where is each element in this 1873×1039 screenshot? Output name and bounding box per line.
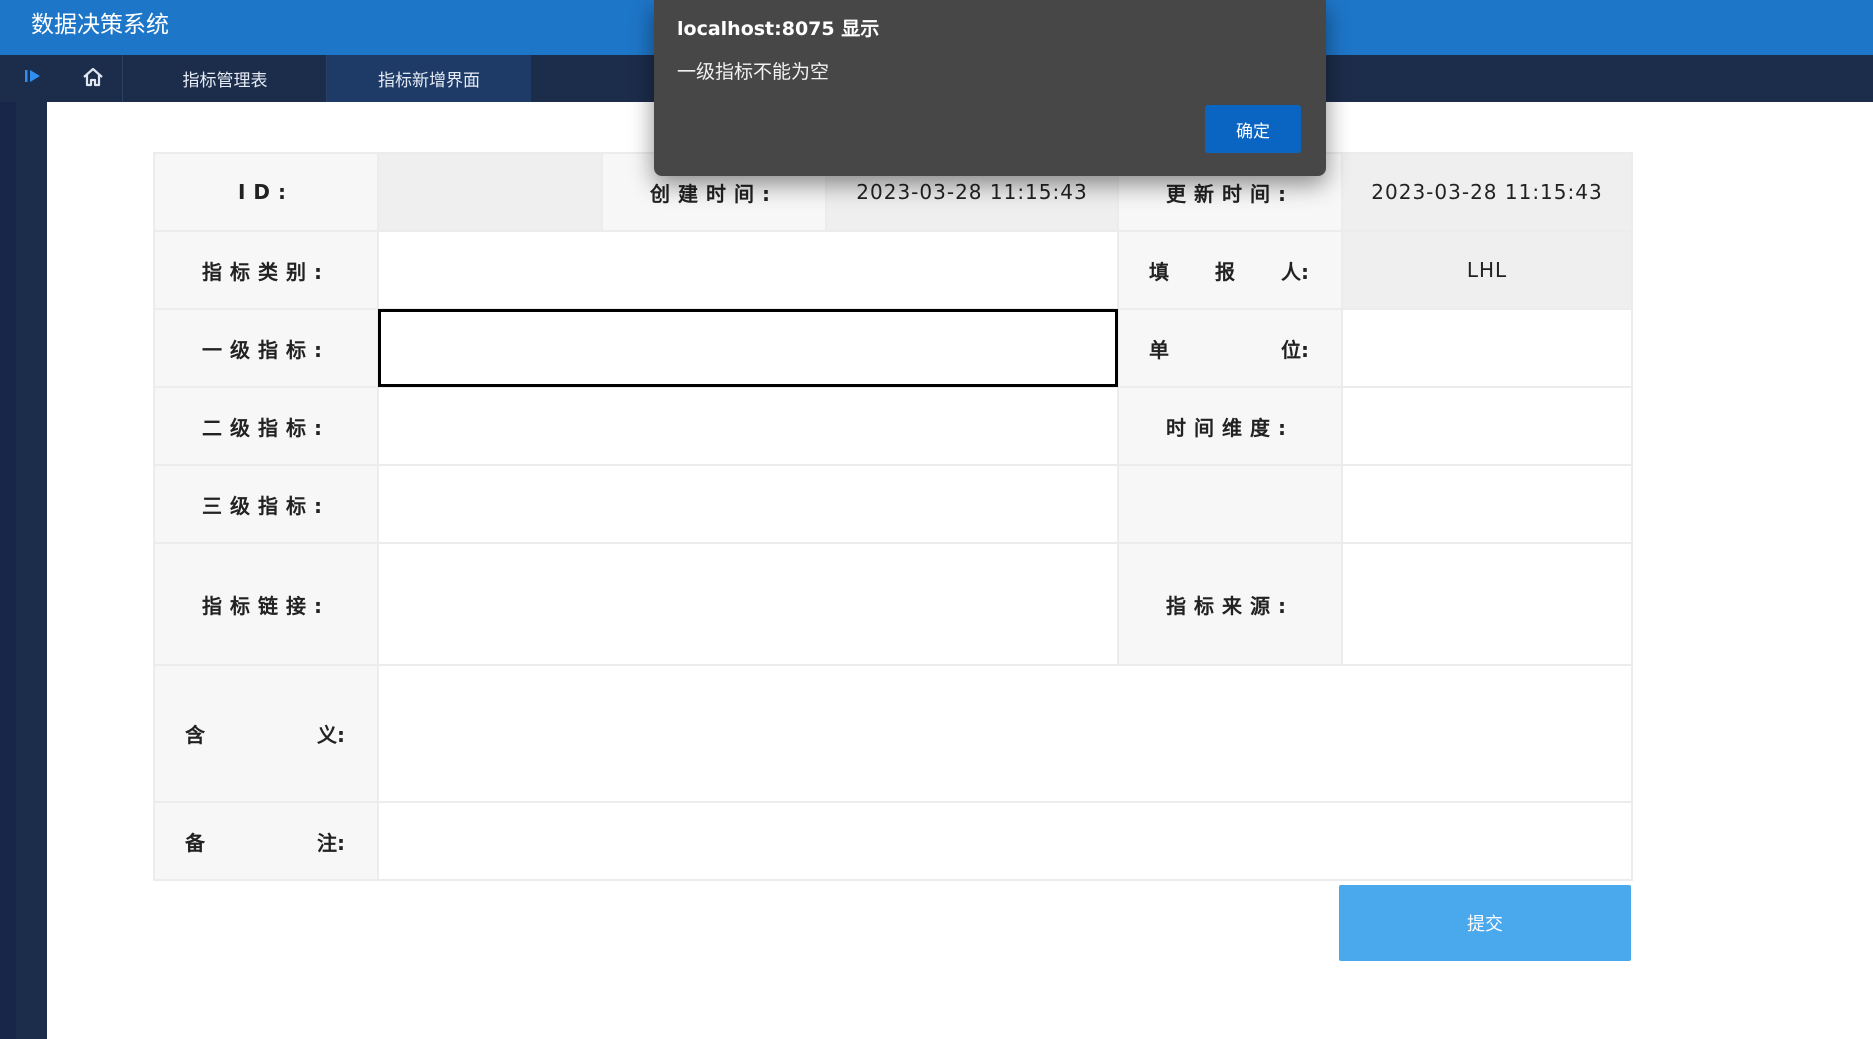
- remark-input[interactable]: [377, 801, 1633, 881]
- id-field[interactable]: [377, 152, 603, 232]
- source-label: 指标来源:: [1117, 542, 1343, 666]
- home-icon: [81, 66, 105, 92]
- category-input[interactable]: [377, 230, 1119, 310]
- remark-label-part: 备: [185, 830, 205, 855]
- level3-label: 三级指标:: [153, 464, 379, 544]
- unit-label-part: 单: [1149, 337, 1169, 362]
- dialog-message: 一级指标不能为空: [677, 61, 830, 83]
- meaning-label-part: 含: [185, 723, 205, 747]
- indicator-form: ID: 创建时间: 2023-03-28 11:15:43 更新时间: 2023…: [153, 152, 1633, 881]
- meaning-label-part: 义:: [317, 723, 345, 747]
- extra-input[interactable]: [1341, 464, 1633, 544]
- tab-indicator-management[interactable]: 指标管理表: [122, 55, 327, 102]
- time-dimension-label: 时间维度:: [1117, 386, 1343, 466]
- unit-label-part: 位:: [1281, 337, 1309, 362]
- unit-label: 单 位:: [1117, 308, 1343, 388]
- app-title: 数据决策系统: [31, 12, 169, 38]
- dialog-ok-button[interactable]: 确定: [1205, 105, 1301, 153]
- time-dimension-input[interactable]: [1341, 386, 1633, 466]
- home-button[interactable]: [64, 55, 122, 102]
- reporter-label-part: 填: [1149, 259, 1169, 284]
- level2-input[interactable]: [377, 386, 1119, 466]
- meaning-input[interactable]: [377, 664, 1633, 803]
- level1-input[interactable]: [377, 308, 1119, 388]
- submit-button[interactable]: 提交: [1339, 885, 1631, 961]
- link-input[interactable]: [377, 542, 1119, 666]
- empty-label-cell: [1117, 464, 1343, 544]
- meaning-label: 含 义:: [153, 664, 379, 803]
- source-input[interactable]: [1341, 542, 1633, 666]
- id-label: ID:: [153, 152, 379, 232]
- tab-indicator-add[interactable]: 指标新增界面: [326, 55, 531, 102]
- category-label: 指标类别:: [153, 230, 379, 310]
- remark-label-part: 注:: [317, 830, 345, 855]
- reporter-label: 填 报 人:: [1117, 230, 1343, 310]
- unit-input[interactable]: [1341, 308, 1633, 388]
- sidebar-toggle-button[interactable]: [18, 66, 48, 90]
- reporter-label-part: 人:: [1281, 259, 1309, 284]
- updated-time-field[interactable]: 2023-03-28 11:15:43: [1341, 152, 1633, 232]
- level2-label: 二级指标:: [153, 386, 379, 466]
- link-label: 指标链接:: [153, 542, 379, 666]
- reporter-label-part: 报: [1215, 259, 1235, 284]
- alert-dialog: localhost:8075 显示 一级指标不能为空 确定: [654, 0, 1326, 176]
- dialog-title: localhost:8075 显示: [677, 18, 880, 40]
- level1-label: 一级指标:: [153, 308, 379, 388]
- expand-arrow-icon: [24, 68, 42, 88]
- reporter-field[interactable]: LHL: [1341, 230, 1633, 310]
- main-content: ID: 创建时间: 2023-03-28 11:15:43 更新时间: 2023…: [47, 102, 1873, 1039]
- sidebar-edge: [0, 102, 16, 1039]
- level3-input[interactable]: [377, 464, 1119, 544]
- remark-label: 备 注:: [153, 801, 379, 881]
